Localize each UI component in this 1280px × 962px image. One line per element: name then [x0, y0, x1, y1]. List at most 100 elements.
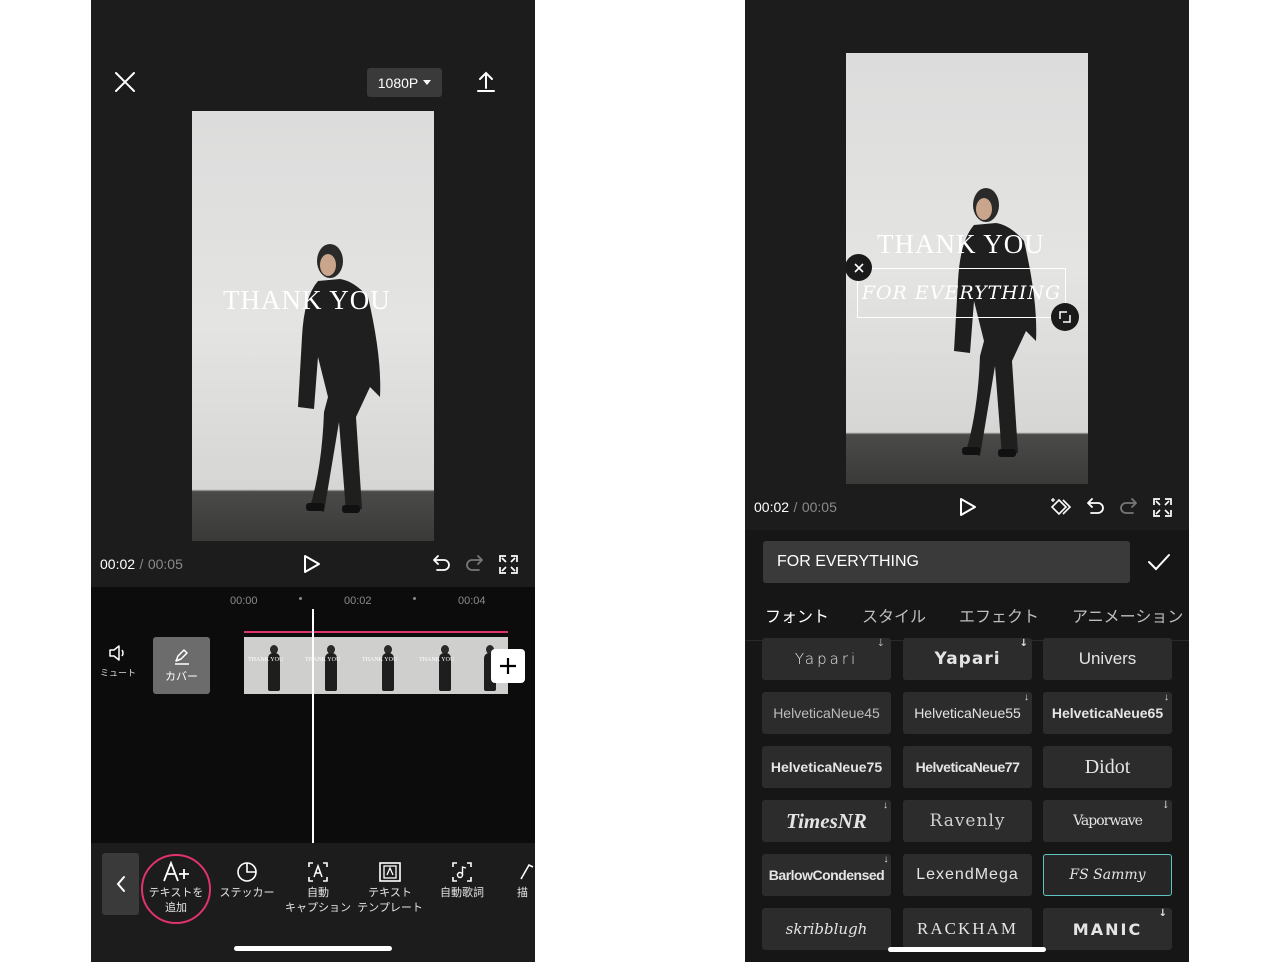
- font-option-helveticaneue55[interactable]: HelveticaNeue55 ↓: [903, 692, 1032, 734]
- ruler-label-1: 00:02: [344, 595, 372, 607]
- preview-overlay-text: THANK YOU: [877, 229, 1045, 259]
- auto-caption-icon: [283, 861, 353, 883]
- export-icon[interactable]: [475, 70, 497, 94]
- tool-label: 描: [517, 887, 528, 899]
- tab-effect[interactable]: エフェクト: [959, 603, 1039, 627]
- tool-text-template[interactable]: テキスト テンプレート: [355, 861, 425, 916]
- tool-draw[interactable]: 描: [517, 861, 535, 901]
- tool-label: 自動 キャプション: [285, 887, 351, 914]
- chevron-left-icon: [116, 876, 125, 892]
- redo-icon[interactable]: [465, 555, 485, 573]
- font-option-skribblugh[interactable]: skribblugh: [762, 908, 891, 950]
- total-time: 00:05: [147, 556, 183, 572]
- download-icon: ↓: [1161, 800, 1170, 811]
- close-icon[interactable]: [113, 70, 137, 94]
- tool-label: ステッカー: [219, 887, 275, 899]
- font-option-timesnr[interactable]: TimesNR ↓: [762, 800, 891, 842]
- font-option-helveticaneue77[interactable]: HelveticaNeue77: [903, 746, 1032, 788]
- preview-overlay-text: THANK YOU: [223, 285, 391, 315]
- clip-thumbnail[interactable]: THANK YOU: [244, 637, 301, 694]
- tool-label: テキスト テンプレート: [357, 887, 423, 914]
- font-option-manic[interactable]: MANIC ↓: [1043, 908, 1172, 950]
- text-input-value: FOR EVERYTHING: [777, 553, 919, 570]
- time-display: 00:02 / 00:05: [100, 556, 183, 574]
- ruler-dot: [299, 597, 302, 600]
- font-option-barlowcondensed[interactable]: BarlowCondensed ↓: [762, 854, 891, 896]
- font-option-fs-sammy[interactable]: FS Sammy: [1043, 854, 1172, 896]
- resolution-button[interactable]: 1080P: [367, 68, 442, 97]
- play-icon[interactable]: [303, 554, 321, 574]
- undo-icon[interactable]: [1085, 498, 1105, 516]
- tool-label: テキストを 追加: [148, 887, 204, 914]
- tab-animation[interactable]: アニメーション: [1072, 603, 1183, 627]
- text-input-field[interactable]: FOR EVERYTHING: [763, 541, 1130, 583]
- download-icon: ↓: [883, 854, 889, 865]
- tool-sticker[interactable]: ステッカー: [213, 861, 281, 901]
- font-option-helveticaneue75[interactable]: HelveticaNeue75: [762, 746, 891, 788]
- font-option-didot[interactable]: Didot: [1043, 746, 1172, 788]
- font-option-helveticaneue65[interactable]: HelveticaNeue65 ↓: [1043, 692, 1172, 734]
- font-option-vaporwave[interactable]: Vaporwave ↓: [1043, 800, 1172, 842]
- tool-add-text[interactable]: テキストを 追加: [144, 861, 208, 916]
- font-option-yapari-bold[interactable]: Yapari ↓: [903, 638, 1032, 680]
- timeline[interactable]: 00:00 00:02 00:04 ミュート カバー THANK YOU THA…: [91, 587, 535, 843]
- redo-icon[interactable]: [1119, 498, 1139, 516]
- fullscreen-icon[interactable]: [1153, 498, 1172, 517]
- confirm-check-icon[interactable]: [1147, 552, 1171, 572]
- current-time: 00:02: [100, 556, 136, 572]
- clip-top-marker: [244, 631, 508, 633]
- font-option-univers[interactable]: Univers: [1043, 638, 1172, 680]
- add-clip-button[interactable]: [491, 649, 525, 683]
- delete-text-button[interactable]: [845, 254, 872, 281]
- text-selection-box[interactable]: FOR EVERYTHING: [857, 268, 1066, 318]
- rotate-scale-handle[interactable]: [1051, 303, 1079, 331]
- font-option-rackham[interactable]: RACKHAM: [903, 908, 1032, 950]
- text-add-icon: [144, 861, 208, 883]
- resolution-label: 1080P: [377, 74, 419, 91]
- cover-button[interactable]: カバー: [153, 637, 210, 694]
- mute-label: ミュート: [99, 668, 136, 678]
- clip-thumbnail[interactable]: THANK YOU: [415, 637, 472, 694]
- download-icon: ↓: [1158, 908, 1169, 919]
- bottom-toolbar: テキストを 追加 ステッカー 自動 キャプション テキスト テンプレート 自動歌: [91, 843, 535, 962]
- download-icon: ↓: [1024, 692, 1029, 703]
- fullscreen-icon[interactable]: [499, 555, 518, 574]
- ruler-dot: [413, 597, 416, 600]
- back-button[interactable]: [102, 853, 139, 915]
- undo-icon[interactable]: [431, 555, 451, 573]
- total-time: 00:05: [801, 499, 837, 515]
- ruler-label-0: 00:00: [230, 595, 258, 607]
- video-preview[interactable]: THANK YOU: [192, 111, 434, 541]
- font-option-helveticaneue45[interactable]: HelveticaNeue45: [762, 692, 891, 734]
- time-display: 00:02 / 00:05: [754, 499, 837, 517]
- home-indicator: [234, 946, 392, 951]
- download-icon: ↓: [876, 638, 888, 649]
- play-icon[interactable]: [959, 497, 977, 517]
- cover-label: カバー: [165, 671, 198, 683]
- font-option-lexendmega[interactable]: LexendMega: [903, 854, 1032, 896]
- mute-button[interactable]: ミュート: [96, 644, 140, 679]
- playhead[interactable]: [312, 609, 314, 843]
- font-option-yapari[interactable]: Yapari ↓: [762, 638, 891, 680]
- close-icon: [853, 262, 864, 273]
- caret-down-icon: [423, 80, 432, 85]
- clip-thumbnail[interactable]: THANK YOU: [301, 637, 358, 694]
- home-indicator: [888, 947, 1046, 952]
- sticker-icon: [213, 861, 281, 883]
- speaker-icon: [96, 644, 140, 662]
- rotate-icon: [1059, 311, 1071, 323]
- tab-style[interactable]: スタイル: [862, 603, 926, 627]
- time-separator: /: [793, 499, 798, 515]
- clip-thumbnail[interactable]: THANK YOU: [358, 637, 415, 694]
- time-separator: /: [139, 556, 144, 572]
- tab-font[interactable]: フォント: [765, 603, 829, 627]
- tool-auto-lyrics[interactable]: 自動歌詞: [427, 861, 497, 901]
- current-time: 00:02: [754, 499, 790, 515]
- person-figure: [954, 188, 1037, 457]
- left-phone-screen: 1080P THANK YOU 00:02 / 00:05 00:00 00:0…: [91, 0, 535, 962]
- tool-auto-caption[interactable]: 自動 キャプション: [283, 861, 353, 916]
- right-phone-screen: THANK YOU FOR EVERYTHING 00:02 / 00:05 F…: [745, 0, 1189, 962]
- font-option-ravenly[interactable]: Ravenly: [903, 800, 1032, 842]
- download-icon: ↓: [1019, 638, 1029, 649]
- keyframe-icon[interactable]: [1049, 497, 1073, 517]
